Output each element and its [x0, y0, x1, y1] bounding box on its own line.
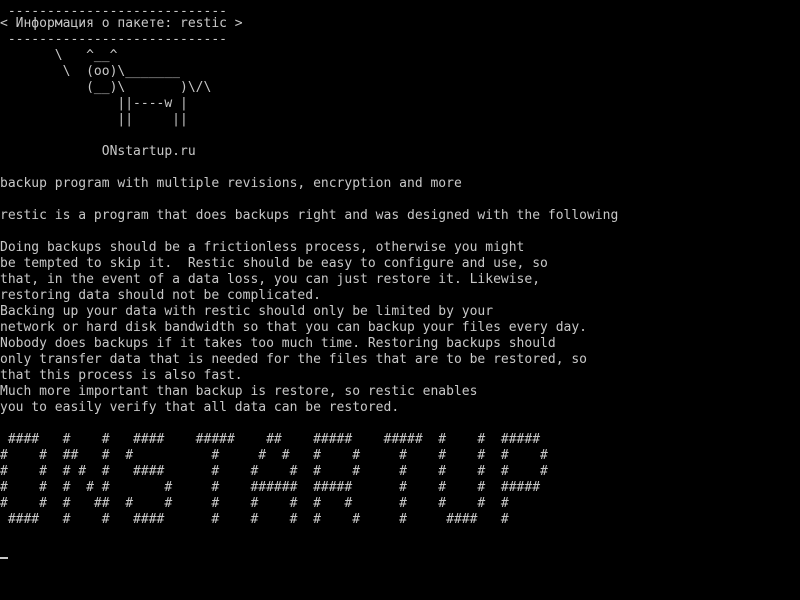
banner-art-line: #### # # #### ##### ## ##### ##### # # #…	[0, 432, 541, 447]
description-line: Nobody does backups if it takes too much…	[0, 336, 556, 351]
cow-art-line: \ ^__^	[0, 48, 118, 63]
package-info-title: < Информация о пакете: restic >	[0, 16, 243, 31]
cow-art-line: || ||	[0, 112, 188, 127]
cow-art-line: \ (oo)\_______	[0, 64, 181, 79]
text-cursor[interactable]	[0, 557, 8, 559]
site-signature: ONstartup.ru	[0, 144, 196, 159]
description-line: network or hard disk bandwidth so that y…	[0, 320, 587, 335]
package-short-description: backup program with multiple revisions, …	[0, 176, 462, 191]
description-line: only transfer data that is needed for th…	[0, 352, 587, 367]
description-line: be tempted to skip it. Restic should be …	[0, 256, 548, 271]
description-line: Doing backups should be a frictionless p…	[0, 240, 525, 255]
terminal-window[interactable]: ---------------------------- < Информаци…	[0, 0, 800, 600]
banner-art-line: # # # # # #### # # # # # # # # # #	[0, 464, 548, 479]
banner-art-line: #### # # #### # # # # # # #### #	[0, 512, 509, 527]
banner-art-line: # # # # # # # ###### ##### # # # #####	[0, 480, 541, 495]
description-line: Much more important than backup is resto…	[0, 384, 478, 399]
description-line: restoring data should not be complicated…	[0, 288, 321, 303]
description-line: that, in the event of a data loss, you c…	[0, 272, 541, 287]
banner-art-line: # # ## # # # # # # # # # # # #	[0, 448, 548, 463]
cow-art-line: (__)\ )\/\	[0, 80, 212, 95]
cow-art-line: ||----w |	[0, 96, 188, 111]
description-line: Backing up your data with restic should …	[0, 304, 494, 319]
banner-art-line: # # # ## # # # # # # # # # # #	[0, 496, 509, 511]
package-description-intro: restic is a program that does backups ri…	[0, 208, 619, 223]
message-border-bottom: ----------------------------	[0, 32, 227, 47]
description-line: you to easily verify that all data can b…	[0, 400, 400, 415]
description-line: that this process is also fast.	[0, 368, 243, 383]
